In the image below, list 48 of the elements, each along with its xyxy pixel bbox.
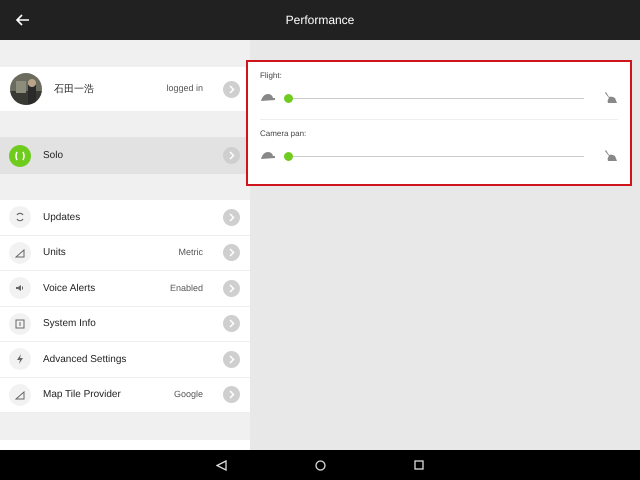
rabbit-icon (604, 92, 618, 104)
turtle-icon (260, 93, 276, 103)
slider-label: Flight: (260, 70, 283, 82)
chevron-icon[interactable] (223, 244, 240, 262)
vehicle-name: Solo (43, 149, 64, 163)
setting-value: Google (174, 388, 203, 401)
login-status: logged in (166, 82, 203, 96)
turtle-icon (260, 151, 276, 161)
info-icon (15, 318, 25, 329)
settings-row[interactable]: System Info (0, 306, 250, 342)
chevron-icon[interactable] (223, 386, 240, 404)
drone-icon (9, 144, 31, 166)
ruler-icon (15, 248, 25, 258)
settings-row[interactable]: Voice Alerts Enabled (0, 271, 250, 306)
chevron-icon[interactable] (223, 147, 240, 164)
settings-row[interactable]: Updates (0, 200, 250, 236)
setting-label: Map Tile Provider (43, 388, 122, 402)
recents-icon[interactable] (414, 460, 424, 470)
setting-label: Advanced Settings (43, 352, 128, 367)
back-icon[interactable] (216, 460, 227, 470)
speaker-icon (15, 283, 25, 294)
slider[interactable] (284, 94, 584, 102)
settings-row[interactable]: Map Tile Provider Google (0, 378, 250, 413)
setting-label: Voice Alerts (43, 282, 96, 296)
slider-thumb[interactable] (284, 94, 293, 102)
chevron-icon[interactable] (223, 80, 240, 98)
ruler-icon (15, 390, 25, 400)
rabbit-icon (604, 150, 618, 162)
page-title: Performance (284, 12, 356, 29)
refresh-icon (15, 212, 25, 222)
chevron-icon[interactable] (223, 315, 240, 332)
home-icon[interactable] (315, 460, 326, 470)
setting-label: Units (43, 246, 67, 260)
chevron-icon[interactable] (223, 208, 240, 226)
settings-row[interactable]: Units Metric (0, 236, 250, 271)
chevron-icon[interactable] (223, 350, 240, 368)
setting-value: Metric (178, 246, 203, 259)
settings-row[interactable]: Advanced Settings (0, 342, 250, 378)
chevron-icon[interactable] (223, 280, 240, 297)
user-name: 石田一浩 (54, 82, 95, 96)
setting-label: Updates (43, 210, 82, 225)
back-arrow-icon[interactable] (16, 14, 30, 26)
bolt-icon (15, 354, 25, 364)
slider-label: Camera pan: (260, 128, 308, 140)
slider-thumb[interactable] (284, 152, 293, 160)
slider[interactable] (284, 152, 584, 160)
setting-label: System Info (43, 317, 97, 332)
setting-value: Enabled (170, 282, 203, 294)
